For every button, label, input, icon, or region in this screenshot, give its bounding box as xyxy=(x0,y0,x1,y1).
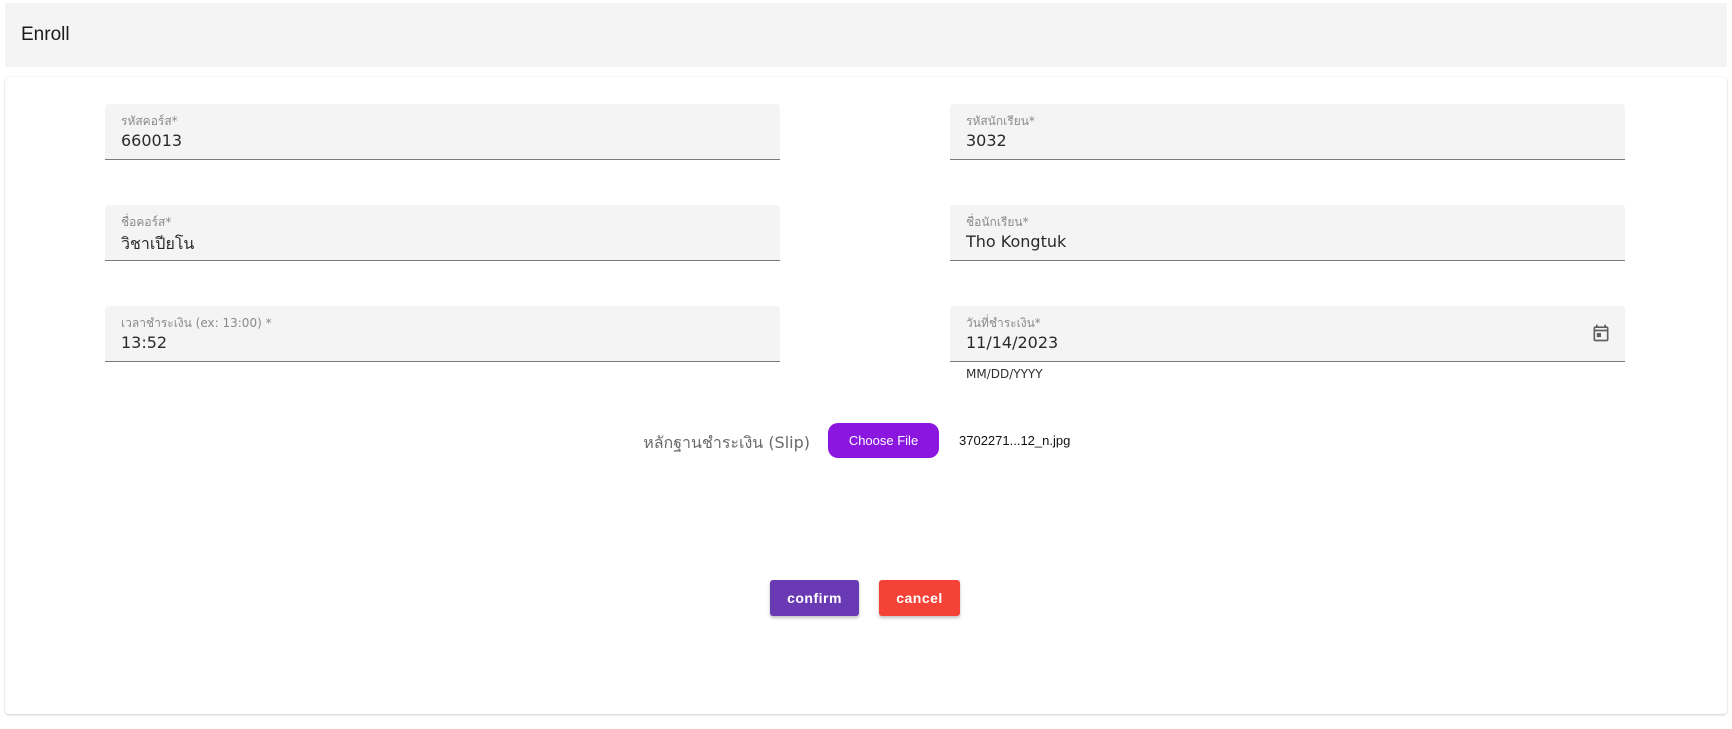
payment-time-field[interactable]: เวลาชำระเงิน (ex: 13:00) * 13:52 xyxy=(105,306,780,362)
course-name-input[interactable]: วิชาเปียโน xyxy=(121,232,194,257)
student-name-label: ชื่อนักเรียน* xyxy=(966,215,1029,229)
enroll-form-card xyxy=(5,77,1727,714)
date-format-helper: MM/DD/YYYY xyxy=(966,367,1043,381)
student-id-field[interactable]: รหัสนักเรียน* 3032 xyxy=(950,104,1625,160)
calendar-icon[interactable] xyxy=(1591,323,1611,343)
student-id-input[interactable]: 3032 xyxy=(966,131,1007,150)
course-name-label: ชื่อคอร์ส* xyxy=(121,215,172,229)
course-code-input[interactable]: 660013 xyxy=(121,131,182,150)
page-title: Enroll xyxy=(21,24,70,45)
top-app-bar: Enroll xyxy=(5,3,1727,67)
student-name-input[interactable]: Tho Kongtuk xyxy=(966,232,1066,251)
slip-label: หลักฐานชำระเงิน (Slip) xyxy=(643,433,810,452)
confirm-button[interactable]: confirm xyxy=(770,580,859,616)
choose-file-button[interactable]: Choose File xyxy=(828,423,939,458)
payment-time-input[interactable]: 13:52 xyxy=(121,333,167,352)
payment-date-field[interactable]: วันที่ชำระเงิน* 11/14/2023 xyxy=(950,306,1625,362)
cancel-button[interactable]: cancel xyxy=(879,580,960,616)
payment-date-label: วันที่ชำระเงิน* xyxy=(966,316,1041,330)
course-code-field[interactable]: รหัสคอร์ส* 660013 xyxy=(105,104,780,160)
payment-date-input[interactable]: 11/14/2023 xyxy=(966,333,1058,352)
course-code-label: รหัสคอร์ส* xyxy=(121,114,178,128)
selected-file-name: 3702271...12_n.jpg xyxy=(959,433,1071,448)
payment-time-label: เวลาชำระเงิน (ex: 13:00) * xyxy=(121,316,272,330)
student-id-label: รหัสนักเรียน* xyxy=(966,114,1035,128)
course-name-field[interactable]: ชื่อคอร์ส* วิชาเปียโน xyxy=(105,205,780,261)
student-name-field[interactable]: ชื่อนักเรียน* Tho Kongtuk xyxy=(950,205,1625,261)
